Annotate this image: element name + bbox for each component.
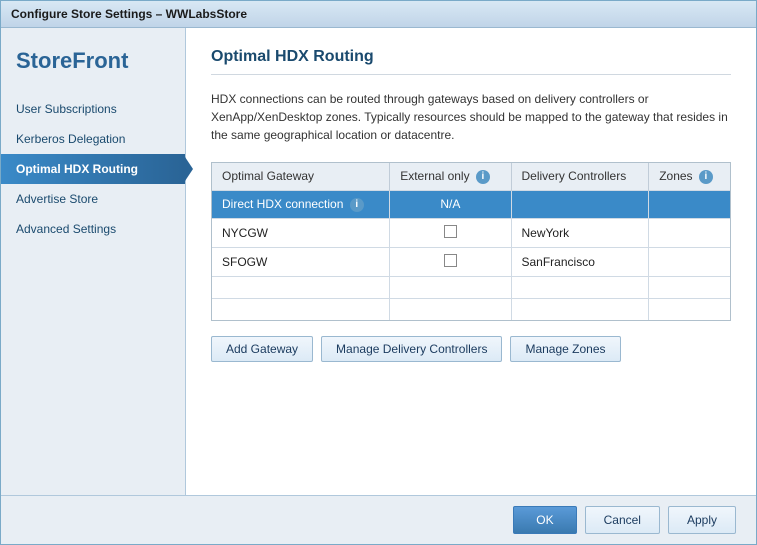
cell-delivery-controllers xyxy=(511,190,649,218)
table-row-empty xyxy=(212,276,730,298)
external-only-checkbox[interactable] xyxy=(444,225,457,238)
cell-gateway: Direct HDX connection i xyxy=(212,190,390,218)
cell-zones xyxy=(649,218,730,247)
apply-button[interactable]: Apply xyxy=(668,506,736,534)
cell-zones xyxy=(649,190,730,218)
ok-button[interactable]: OK xyxy=(513,506,576,534)
cell-delivery-controllers: SanFrancisco xyxy=(511,247,649,276)
sidebar-item-kerberos-delegation[interactable]: Kerberos Delegation xyxy=(1,124,185,154)
cell-external-only[interactable] xyxy=(390,218,511,247)
add-gateway-button[interactable]: Add Gateway xyxy=(211,336,313,362)
sidebar-item-advertise-store[interactable]: Advertise Store xyxy=(1,184,185,214)
table-row[interactable]: SFOGW SanFrancisco xyxy=(212,247,730,276)
sidebar-item-advanced-settings[interactable]: Advanced Settings xyxy=(1,214,185,244)
sidebar-logo: StoreFront xyxy=(1,38,185,94)
external-only-info-icon[interactable]: i xyxy=(476,170,490,184)
sidebar: StoreFront User Subscriptions Kerberos D… xyxy=(1,28,186,495)
col-header-gateway: Optimal Gateway xyxy=(212,163,390,190)
table-row[interactable]: NYCGW NewYork xyxy=(212,218,730,247)
external-only-checkbox[interactable] xyxy=(444,254,457,267)
direct-hdx-info-icon[interactable]: i xyxy=(350,198,364,212)
table-row-empty xyxy=(212,298,730,320)
col-header-external-only: External only i xyxy=(390,163,511,190)
bottom-bar: OK Cancel Apply xyxy=(1,495,756,544)
window-title: Configure Store Settings – WWLabsStore xyxy=(11,7,247,21)
description: HDX connections can be routed through ga… xyxy=(211,90,731,144)
cell-gateway: NYCGW xyxy=(212,218,390,247)
cancel-button[interactable]: Cancel xyxy=(585,506,660,534)
zones-info-icon[interactable]: i xyxy=(699,170,713,184)
col-header-delivery-controllers: Delivery Controllers xyxy=(511,163,649,190)
table-row[interactable]: Direct HDX connection i N/A xyxy=(212,190,730,218)
manage-delivery-controllers-button[interactable]: Manage Delivery Controllers xyxy=(321,336,502,362)
title-bar: Configure Store Settings – WWLabsStore xyxy=(1,1,756,28)
main-panel: Optimal HDX Routing HDX connections can … xyxy=(186,28,756,495)
table-header-row: Optimal Gateway External only i Delivery… xyxy=(212,163,730,190)
cell-delivery-controllers: NewYork xyxy=(511,218,649,247)
sidebar-item-optimal-hdx-routing[interactable]: Optimal HDX Routing xyxy=(1,154,185,184)
routing-table-container: Optimal Gateway External only i Delivery… xyxy=(211,162,731,321)
table-action-buttons: Add Gateway Manage Delivery Controllers … xyxy=(211,336,731,362)
routing-table: Optimal Gateway External only i Delivery… xyxy=(212,163,730,320)
cell-external-only: N/A xyxy=(390,190,511,218)
cell-zones xyxy=(649,247,730,276)
content-area: StoreFront User Subscriptions Kerberos D… xyxy=(1,28,756,495)
sidebar-item-user-subscriptions[interactable]: User Subscriptions xyxy=(1,94,185,124)
cell-gateway: SFOGW xyxy=(212,247,390,276)
col-header-zones: Zones i xyxy=(649,163,730,190)
cell-external-only[interactable] xyxy=(390,247,511,276)
manage-zones-button[interactable]: Manage Zones xyxy=(510,336,620,362)
window: Configure Store Settings – WWLabsStore S… xyxy=(0,0,757,545)
page-title: Optimal HDX Routing xyxy=(211,48,731,75)
